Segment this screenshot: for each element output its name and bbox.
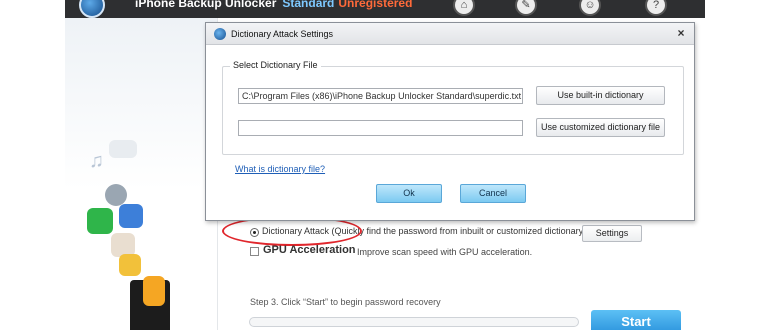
- phone-icon: [87, 208, 113, 234]
- home-icon[interactable]: ⌂: [453, 0, 475, 16]
- app-name: iPhone Backup Unlocker: [135, 0, 277, 10]
- use-customized-dictionary-button[interactable]: Use customized dictionary file: [536, 118, 665, 137]
- ok-button[interactable]: Ok: [376, 184, 442, 203]
- start-button[interactable]: Start: [591, 310, 681, 330]
- cancel-button[interactable]: Cancel: [460, 184, 526, 203]
- facebook-icon: [119, 204, 143, 228]
- progress-bar: [249, 317, 579, 327]
- help-icon[interactable]: ?: [645, 0, 667, 16]
- gpu-acceleration-description: Improve scan speed with GPU acceleration…: [357, 247, 533, 257]
- gpu-acceleration-checkbox[interactable]: [250, 247, 259, 256]
- app-title-bar: iPhone Backup Unlocker Standard Unregister…: [65, 0, 705, 18]
- app-logo-icon: [79, 0, 105, 18]
- use-builtin-dictionary-button[interactable]: Use built-in dictionary: [536, 86, 665, 105]
- dialog-title: Dictionary Attack Settings: [231, 29, 334, 39]
- left-panel: ♫: [65, 18, 217, 330]
- dialog-title-bar: Dictionary Attack Settings ×: [206, 23, 694, 45]
- message-icon: [109, 140, 137, 158]
- app-logo-icon: [214, 28, 226, 40]
- mail-icon: [119, 254, 141, 276]
- app-title: iPhone Backup Unlocker Standard Unregister…: [135, 0, 412, 10]
- settings-button[interactable]: Settings: [582, 225, 642, 242]
- dictionary-path-field[interactable]: C:\Program Files (x86)\iPhone Backup Unl…: [238, 88, 523, 104]
- custom-dictionary-path-field[interactable]: [238, 120, 523, 136]
- group-label: Select Dictionary File: [230, 60, 321, 70]
- screen: iPhone Backup Unlocker Standard Unregister…: [0, 0, 770, 330]
- tools-icon[interactable]: ✎: [515, 0, 537, 16]
- close-icon[interactable]: ×: [674, 26, 688, 40]
- gpu-acceleration-title: GPU Acceleration: [263, 244, 356, 256]
- app-edition: Standard: [282, 0, 335, 10]
- user-icon[interactable]: ☺: [579, 0, 601, 16]
- music-note-icon: ♫: [89, 150, 104, 172]
- gear-icon: [105, 184, 127, 206]
- step3-instruction: Step 3. Click “Start” to begin password …: [250, 297, 441, 307]
- dictionary-attack-settings-dialog: Dictionary Attack Settings × Select Dict…: [205, 22, 695, 221]
- registration-status: Unregistered: [338, 0, 413, 10]
- dictionary-file-group: [222, 66, 684, 155]
- arrow-icon: [143, 276, 165, 306]
- dictionary-help-link[interactable]: What is dictionary file?: [235, 164, 325, 174]
